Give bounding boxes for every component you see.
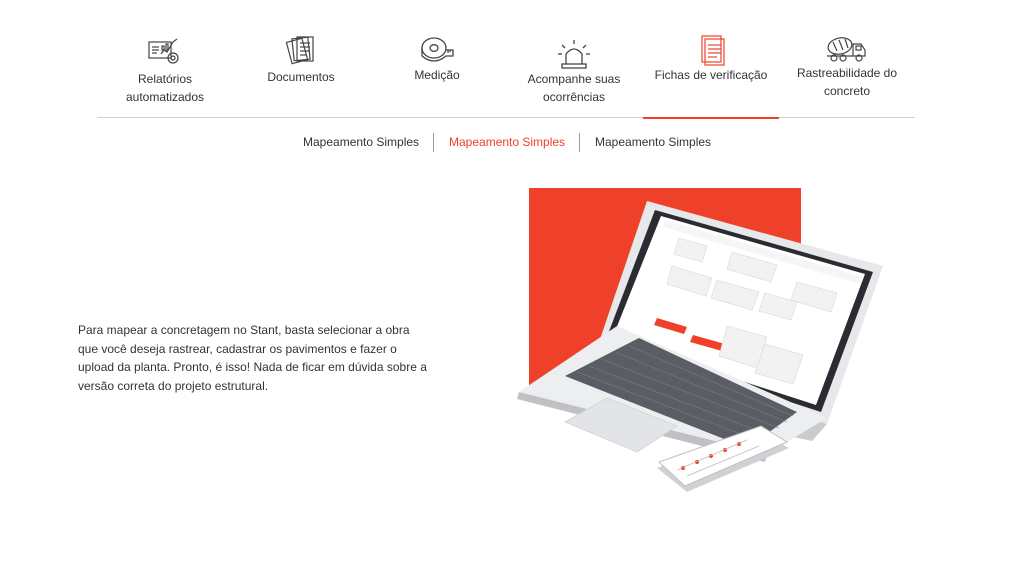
report-chart-icon bbox=[147, 34, 183, 66]
tab-label: Documentos bbox=[267, 70, 335, 84]
tab-rastreabilidade-concreto[interactable]: Rastreabilidade do concreto bbox=[779, 20, 915, 118]
subtab-bar: Mapeamento Simples Mapeamento Simples Ma… bbox=[0, 132, 1009, 154]
subtab-divider bbox=[433, 133, 434, 152]
feature-description: Para mapear a concretagem no Stant, bast… bbox=[78, 323, 427, 393]
tab-medicao[interactable]: Medição bbox=[369, 20, 505, 118]
tab-fichas-de-verificacao[interactable]: Fichas de verificação bbox=[643, 20, 779, 119]
subtab-mapeamento-simples-3[interactable]: Mapeamento Simples bbox=[595, 135, 711, 149]
checklist-icon bbox=[693, 34, 729, 66]
subtab-mapeamento-simples-1[interactable]: Mapeamento Simples bbox=[303, 135, 419, 149]
documents-icon bbox=[283, 34, 319, 66]
tab-label: Rastreabilidade do bbox=[796, 66, 898, 80]
tab-acompanhe-ocorrencias[interactable]: Acompanhe suas ocorrências bbox=[505, 20, 643, 118]
tab-label: automatizados bbox=[125, 90, 205, 104]
tab-relatorios-automatizados[interactable]: Relatórios automatizados bbox=[97, 20, 233, 118]
tape-measure-icon bbox=[419, 34, 455, 66]
tab-label: Acompanhe suas bbox=[527, 72, 621, 86]
tab-label: concreto bbox=[823, 84, 871, 98]
subtab-mapeamento-simples-2[interactable]: Mapeamento Simples bbox=[449, 135, 565, 149]
tab-label: Relatórios bbox=[137, 72, 193, 86]
siren-icon bbox=[556, 38, 592, 70]
concrete-mixer-truck-icon bbox=[825, 32, 869, 64]
tab-label: ocorrências bbox=[542, 90, 606, 104]
feature-tab-bar: Relatórios automatizados Documentos Medi… bbox=[97, 20, 915, 119]
tab-documentos[interactable]: Documentos bbox=[233, 20, 369, 118]
tab-label: Medição bbox=[414, 68, 460, 82]
subtab-divider bbox=[579, 133, 580, 152]
tab-label: Fichas de verificação bbox=[654, 68, 768, 82]
product-illustration bbox=[497, 186, 897, 531]
